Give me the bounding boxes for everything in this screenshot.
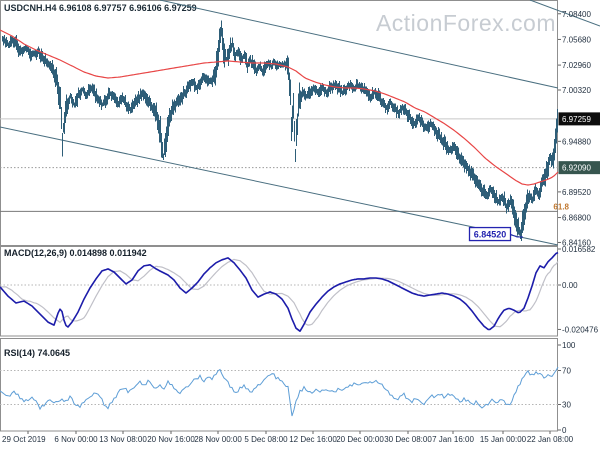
macd-signal-line [0,258,559,328]
rsi-axis-label: 0 [562,426,567,435]
candles [2,20,558,241]
chart-window: ActionForex.com USDCNH.H4 6.96108 6.9775… [0,0,600,450]
macd-axis-label: 0.00 [562,281,578,290]
price-axis-label: 6.94880 [562,137,591,146]
ma-line [0,29,559,186]
time-label: 12 Dec 16:00 [289,435,337,444]
time-label: 30 Dec 08:00 [384,435,432,444]
current-price-badge-text: 6.97259 [562,115,591,124]
price-pane-frame [0,0,558,246]
time-label: 13 Nov 08:00 [99,435,147,444]
price-axis-label: 6.86800 [562,214,591,223]
macd-pane-frame [0,246,558,337]
macd-pane [0,251,559,332]
time-label: 15 Jan 00:00 [480,435,527,444]
rsi-axis-label: 70 [562,367,571,376]
price-pane [0,0,600,246]
time-label: 6 Nov 00:00 [54,435,98,444]
rsi-axis-label: 100 [562,341,576,350]
price-axis-label: 7.02960 [562,61,591,70]
time-label: 20 Dec 00:00 [336,435,384,444]
rsi-pane-frame [0,338,558,432]
macd-main-line [0,251,559,332]
fib-level-label: 61.8 [553,202,569,211]
level-price-badge-text: 6.92090 [562,164,591,173]
price-axis-label: 7.00320 [562,86,591,95]
macd-pane-label: MACD(12,26,9) 0.014898 0.011942 [4,248,147,258]
price-axis-label: 7.05680 [562,35,591,44]
rsi-pane [0,366,559,417]
time-label: 28 Nov 00:00 [194,435,242,444]
low-price-tag-text: 6.84520 [474,230,507,240]
time-label: 20 Nov 16:00 [147,435,195,444]
watermark-text: ActionForex.com [376,10,556,36]
price-axis-label: 7.08400 [562,10,591,19]
rsi-pane-label: RSI(14) 74.0645 [4,348,70,358]
macd-axis-label: 0.016582 [562,245,596,254]
trading-chart[interactable]: ActionForex.com USDCNH.H4 6.96108 6.9775… [0,0,600,450]
symbol-ohlc-title: USDCNH.H4 6.96108 6.97757 6.96106 6.9725… [4,3,197,13]
time-label: 5 Dec 08:00 [244,435,288,444]
time-label: 22 Jan 08:00 [527,435,574,444]
price-axis-label: 6.89520 [562,188,591,197]
rsi-axis-label: 30 [562,401,571,410]
time-label: 7 Jan 16:00 [432,435,474,444]
rsi-line [0,366,559,417]
time-label: 29 Oct 2019 [2,435,46,444]
macd-axis-label: -0.020476 [562,325,599,334]
